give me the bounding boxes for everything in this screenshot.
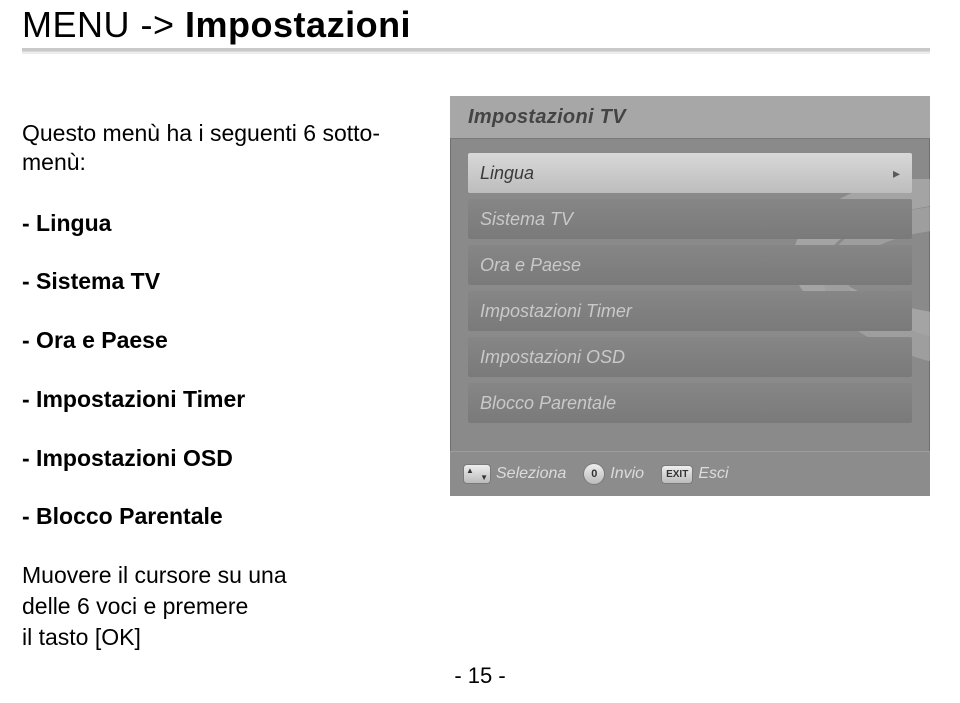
osd-row-ora-paese[interactable]: Ora e Paese [468, 245, 912, 285]
osd-row-blocco[interactable]: Blocco Parentale [468, 383, 912, 423]
intro-text: Questo menù ha i seguenti 6 sotto-menù: [22, 119, 426, 177]
updown-key-icon [464, 465, 490, 483]
osd-screenshot: Impostazioni TV Lingua ▸ Sistema TV Ora [450, 96, 930, 496]
item-lingua: - Lingua [22, 209, 426, 238]
breadcrumb-current: Impostazioni [185, 4, 411, 45]
osd-footer: Seleziona 0 Invio EXIT Esci [450, 451, 930, 496]
osd-row-sistema-tv[interactable]: Sistema TV [468, 199, 912, 239]
instruction-line-2: delle 6 voci e premere [22, 592, 426, 621]
footer-seleziona: Seleziona [464, 465, 566, 483]
instruction-line-1: Muovere il cursore su una [22, 561, 426, 590]
footer-esci-label: Esci [698, 465, 728, 483]
chevron-right-icon: ▸ [893, 165, 900, 182]
breadcrumb-menu: MENU [22, 4, 130, 45]
osd-row-label: Impostazioni OSD [480, 347, 625, 368]
breadcrumb-arrow: -> [141, 4, 175, 45]
footer-invio-label: Invio [610, 465, 644, 483]
item-impostazioni-timer: - Impostazioni Timer [22, 385, 426, 414]
title-divider [22, 48, 930, 54]
osd-row-label: Lingua [480, 163, 534, 184]
osd-row-timer[interactable]: Impostazioni Timer [468, 291, 912, 331]
footer-esci: EXIT Esci [662, 465, 728, 483]
footer-invio: 0 Invio [584, 464, 644, 484]
footer-seleziona-label: Seleziona [496, 465, 566, 483]
osd-row-label: Ora e Paese [480, 255, 581, 276]
osd-row-label: Blocco Parentale [480, 393, 616, 414]
page-number: - 15 - [0, 663, 960, 689]
item-sistema-tv: - Sistema TV [22, 267, 426, 296]
item-impostazioni-osd: - Impostazioni OSD [22, 444, 426, 473]
item-ora-paese: - Ora e Paese [22, 326, 426, 355]
osd-row-label: Sistema TV [480, 209, 573, 230]
osd-row-osd[interactable]: Impostazioni OSD [468, 337, 912, 377]
text-column: Questo menù ha i seguenti 6 sotto-menù: … [22, 96, 426, 653]
osd-row-label: Impostazioni Timer [480, 301, 632, 322]
instruction-line-3: il tasto [OK] [22, 623, 426, 652]
breadcrumb: MENU -> Impostazioni [22, 4, 930, 46]
osd-row-lingua[interactable]: Lingua ▸ [468, 153, 912, 193]
ok-key-icon: 0 [584, 464, 604, 484]
exit-key-icon: EXIT [662, 466, 692, 483]
osd-body: Lingua ▸ Sistema TV Ora e Paese Impostaz… [450, 139, 930, 451]
osd-header: Impostazioni TV [450, 96, 930, 139]
item-blocco-parentale: - Blocco Parentale [22, 502, 426, 531]
